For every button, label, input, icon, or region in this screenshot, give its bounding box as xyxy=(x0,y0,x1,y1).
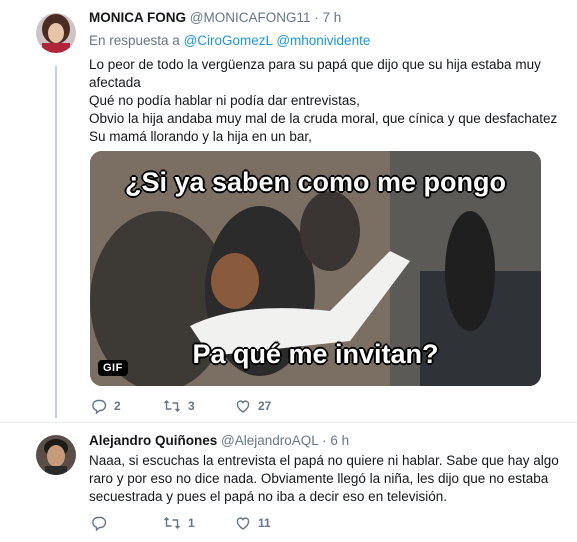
display-name[interactable]: MONICA FONG xyxy=(89,10,186,25)
tweet-text-line: secuestrada y pues el papá no iba a deci… xyxy=(89,489,447,504)
tweet-monica-fong[interactable]: MONICA FONG @MONICAFONG11 · 7 h En respu… xyxy=(0,0,577,420)
tweet-actions: 1 11 xyxy=(91,515,307,531)
retweet-icon xyxy=(164,517,180,529)
reply-count: 2 xyxy=(114,399,121,413)
timestamp[interactable]: 7 h xyxy=(323,10,342,25)
tweet-text-line: Lo peor de todo la vergüenza para su pap… xyxy=(89,57,541,72)
gif-media[interactable]: ¿Si ya saben como me pongo Pa qué me inv… xyxy=(90,151,541,386)
tweet-text-line: Qué no podía hablar ni podía dar entrevi… xyxy=(89,93,360,108)
tweet-text: Naaa, si escuchas la entrevista el papá … xyxy=(89,452,569,506)
avatar[interactable] xyxy=(36,13,76,53)
meme-bottom-caption: Pa qué me invitan? xyxy=(192,339,439,369)
retweet-button[interactable]: 3 xyxy=(163,398,235,414)
tweet-alejandro-quinones[interactable]: Alejandro Quiñones @AlejandroAQL · 6 h N… xyxy=(0,423,577,542)
reply-button[interactable] xyxy=(91,515,163,531)
retweet-icon xyxy=(164,400,180,412)
like-count: 11 xyxy=(258,516,271,530)
reply-context: En respuesta a @CiroGomezL @mhonividente xyxy=(89,33,370,48)
tweet-actions: 2 3 27 xyxy=(91,398,307,414)
like-icon xyxy=(236,400,250,413)
user-handle[interactable]: @AlejandroAQL xyxy=(221,433,318,448)
tweet-text-line: Naaa, si escuchas la entrevista el papá … xyxy=(89,453,559,468)
mention-link[interactable]: @CiroGomezL xyxy=(184,33,273,48)
mention-link[interactable]: @mhonividente xyxy=(276,33,370,48)
tweet-text-line: Su mamá llorando y la hija en un bar, xyxy=(89,129,312,144)
gif-badge: GIF xyxy=(98,360,128,376)
user-handle[interactable]: @MONICAFONG11 xyxy=(190,10,311,25)
retweet-button[interactable]: 1 xyxy=(163,515,235,531)
tweet-text: Lo peor de todo la vergüenza para su pap… xyxy=(89,56,569,146)
tweet-text-line: Obvio la hija andaba muy mal de la cruda… xyxy=(89,111,558,126)
tweet-header: MONICA FONG @MONICAFONG11 · 7 h xyxy=(89,10,341,25)
separator-dot: · xyxy=(322,433,327,448)
separator-dot: · xyxy=(314,10,319,25)
reply-button[interactable]: 2 xyxy=(91,398,163,414)
retweet-count: 1 xyxy=(188,516,195,530)
like-count: 27 xyxy=(258,399,272,413)
reply-prefix: En respuesta a xyxy=(89,33,180,48)
avatar[interactable] xyxy=(36,435,76,475)
display-name[interactable]: Alejandro Quiñones xyxy=(89,433,217,448)
retweet-count: 3 xyxy=(188,399,195,413)
like-icon xyxy=(236,517,250,530)
timestamp[interactable]: 6 h xyxy=(330,433,349,448)
tweet-header: Alejandro Quiñones @AlejandroAQL · 6 h xyxy=(89,433,349,448)
like-button[interactable]: 11 xyxy=(235,515,307,531)
meme-top-caption: ¿Si ya saben como me pongo xyxy=(124,167,507,197)
tweet-text-line: raro y por eso no dice nada. Obviamente … xyxy=(89,471,549,486)
like-button[interactable]: 27 xyxy=(235,398,307,414)
reply-icon xyxy=(92,516,107,531)
tweet-text-line: afectada xyxy=(89,75,141,90)
reply-icon xyxy=(92,399,107,414)
